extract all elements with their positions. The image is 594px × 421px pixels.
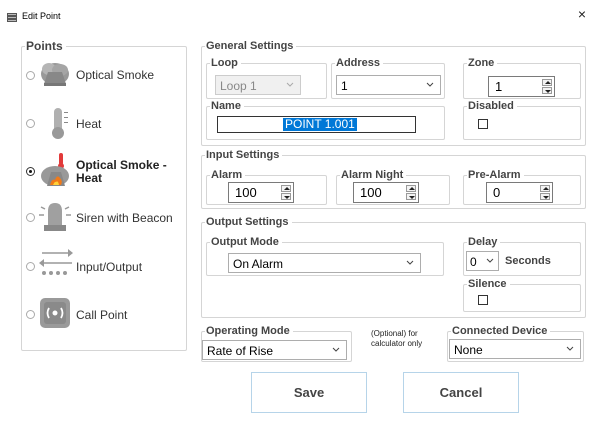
chevron-down-icon xyxy=(286,82,294,87)
zone-spinner[interactable]: 1 xyxy=(488,76,555,97)
chevron-down-icon xyxy=(486,258,494,263)
output-mode-value: On Alarm xyxy=(233,257,284,271)
operating-mode-select[interactable]: Rate of Rise xyxy=(202,340,347,360)
radio-call-point[interactable] xyxy=(26,310,35,319)
save-button-label: Save xyxy=(293,385,325,400)
radio-siren-beacon[interactable] xyxy=(26,213,35,222)
input-output-icon xyxy=(39,249,73,275)
alarm-value: 100 xyxy=(235,185,257,200)
alarm-night-label: Alarm Night xyxy=(341,169,404,181)
alarm-increment-button[interactable] xyxy=(281,185,291,192)
pre-alarm-label: Pre-Alarm xyxy=(468,169,521,181)
alarm-spinner[interactable]: 100 xyxy=(228,182,294,203)
close-icon[interactable]: × xyxy=(574,6,590,22)
disabled-label: Disabled xyxy=(468,100,514,112)
name-label: Name xyxy=(211,100,241,112)
call-point-icon xyxy=(40,298,70,328)
output-settings-legend: Output Settings xyxy=(206,216,289,228)
alarm-label: Alarm xyxy=(211,169,243,181)
zone-decrement-button[interactable] xyxy=(542,87,552,94)
delay-label: Delay xyxy=(468,236,498,248)
connected-device-value: None xyxy=(454,343,483,357)
chevron-down-icon xyxy=(406,260,414,265)
operating-mode-label: Operating Mode xyxy=(206,325,290,337)
output-mode-select[interactable]: On Alarm xyxy=(228,253,421,273)
pre-alarm-value: 0 xyxy=(493,185,501,200)
edit-point-window: Edit Point × Points Optical Smoke Heat O… xyxy=(0,0,594,421)
disabled-checkbox[interactable] xyxy=(478,119,488,129)
alarm-decrement-button[interactable] xyxy=(281,193,291,200)
delay-unit: Seconds xyxy=(505,255,551,267)
radio-optical-smoke[interactable] xyxy=(26,71,35,80)
point-label-call-point[interactable]: Call Point xyxy=(76,308,127,322)
cancel-button[interactable]: Cancel xyxy=(403,372,519,413)
zone-value: 1 xyxy=(495,79,503,94)
pre-alarm-increment-button[interactable] xyxy=(540,185,550,192)
general-settings-legend: General Settings xyxy=(206,40,294,52)
cancel-button-label: Cancel xyxy=(439,385,483,400)
window-app-icon xyxy=(7,13,17,22)
optional-note-line2: calculator only xyxy=(371,339,423,348)
alarm-night-value: 100 xyxy=(360,185,382,200)
name-input[interactable]: POINT 1.001 xyxy=(217,116,416,133)
silence-label: Silence xyxy=(468,278,507,290)
alarm-night-decrement-button[interactable] xyxy=(406,193,416,200)
point-label-siren-beacon[interactable]: Siren with Beacon xyxy=(76,211,173,225)
loop-label: Loop xyxy=(211,57,238,69)
window-title: Edit Point xyxy=(22,11,61,21)
radio-optical-smoke-heat[interactable] xyxy=(26,167,35,176)
radio-input-output[interactable] xyxy=(26,262,35,271)
point-label-heat[interactable]: Heat xyxy=(76,117,101,131)
points-legend: Points xyxy=(26,39,63,53)
optional-note-line1: (Optional) for xyxy=(371,329,418,338)
pre-alarm-decrement-button[interactable] xyxy=(540,193,550,200)
connected-device-label: Connected Device xyxy=(452,325,548,337)
chevron-down-icon xyxy=(426,82,434,87)
silence-checkbox[interactable] xyxy=(478,295,488,305)
siren-beacon-icon xyxy=(39,203,71,231)
point-label-optical-smoke[interactable]: Optical Smoke xyxy=(76,68,154,82)
address-select[interactable]: 1 xyxy=(336,75,441,95)
point-label-optical-smoke-heat-line2[interactable]: Heat xyxy=(76,171,102,185)
smoke-heat-detector-icon xyxy=(41,153,69,186)
pre-alarm-spinner[interactable]: 0 xyxy=(486,182,553,203)
name-selected-text: POINT 1.001 xyxy=(283,117,357,131)
zone-label: Zone xyxy=(468,57,495,69)
point-label-input-output[interactable]: Input/Output xyxy=(76,260,142,274)
smoke-detector-icon xyxy=(41,63,69,86)
alarm-night-spinner[interactable]: 100 xyxy=(353,182,419,203)
input-settings-legend: Input Settings xyxy=(206,149,280,161)
radio-heat[interactable] xyxy=(26,119,35,128)
address-label: Address xyxy=(336,57,381,69)
point-label-optical-smoke-heat[interactable]: Optical Smoke - xyxy=(76,158,167,172)
operating-mode-value: Rate of Rise xyxy=(207,344,274,358)
zone-increment-button[interactable] xyxy=(542,79,552,86)
delay-select[interactable]: 0 xyxy=(466,251,499,271)
chevron-down-icon xyxy=(566,346,574,351)
alarm-night-increment-button[interactable] xyxy=(406,185,416,192)
delay-value: 0 xyxy=(470,255,477,269)
output-mode-label: Output Mode xyxy=(211,236,279,248)
chevron-down-icon xyxy=(332,347,340,352)
loop-select[interactable]: Loop 1 xyxy=(215,75,301,95)
address-value: 1 xyxy=(341,79,348,93)
thermometer-icon xyxy=(52,108,68,139)
loop-value: Loop 1 xyxy=(220,79,257,93)
save-button[interactable]: Save xyxy=(251,372,367,413)
connected-device-select[interactable]: None xyxy=(449,339,581,359)
